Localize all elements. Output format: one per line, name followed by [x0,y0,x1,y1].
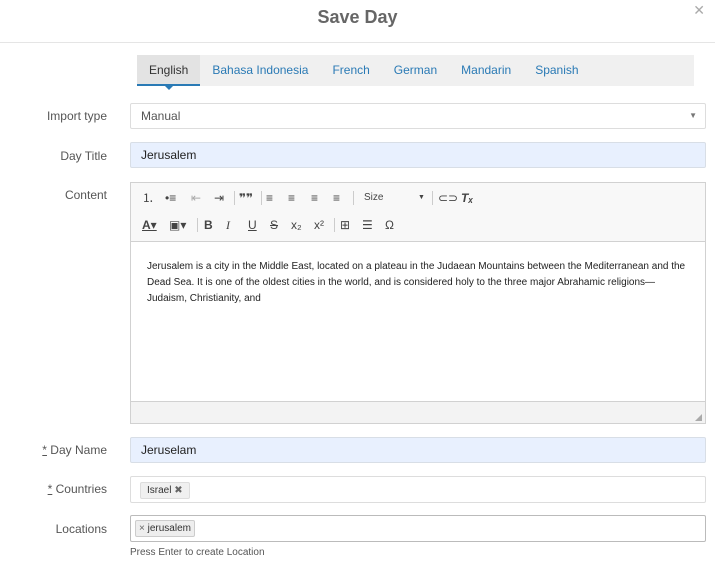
toolbar-separator [197,218,198,232]
editor-content[interactable]: Jerusalem is a city in the Middle East, … [147,259,695,307]
align-right-icon[interactable]: ≡ [311,189,318,207]
tab-mandarin[interactable]: Mandarin [449,55,523,86]
superscript-icon[interactable]: x² [314,216,324,234]
underline-icon[interactable]: U [248,216,257,234]
editor-statusbar [131,401,705,423]
tab-bahasa-indonesia[interactable]: Bahasa Indonesia [200,55,320,86]
outdent-icon[interactable]: ⇤ [191,189,201,207]
italic-icon[interactable]: I [226,216,230,234]
align-left-icon[interactable]: ≡ [266,189,273,207]
modal-header: Save Day ✕ [0,0,715,43]
background-color-icon[interactable]: ▣▾ [169,216,186,234]
toolbar-separator [261,191,262,205]
locations-label: Locations [55,522,107,536]
special-character-icon[interactable]: Ω [385,216,394,234]
import-type-value: Manual [141,109,181,123]
resize-handle-icon[interactable] [695,414,702,421]
import-type-label: Import type [46,109,107,123]
strikethrough-icon[interactable]: S [270,216,278,234]
tab-english[interactable]: English [137,55,201,90]
rich-text-editor: ⒈ •≡ ⇤ ⇥ ❞❞ ≡ ≡ ≡ ≡ Size ▼ ⊂⊃ Tₓ A▾ ▣▾ B… [130,182,706,424]
toolbar-separator [234,191,235,205]
day-name-label: * Day Name [42,443,107,457]
subscript-icon[interactable]: x₂ [291,216,302,234]
remove-tag-icon[interactable]: × [139,523,145,534]
bold-icon[interactable]: B [204,216,213,234]
font-size-dropdown[interactable]: Size [364,189,383,207]
align-center-icon[interactable]: ≡ [288,189,295,207]
chevron-down-icon[interactable]: ▼ [418,189,425,207]
bullet-list-icon[interactable]: •≡ [165,189,176,207]
day-title-label: Day Title [60,149,107,163]
tab-german[interactable]: German [382,55,449,86]
day-name-input[interactable]: Jeruselam [130,437,706,463]
tab-spanish[interactable]: Spanish [523,55,590,86]
link-icon[interactable]: ⊂⊃ [438,189,458,207]
countries-label: * Countries [48,482,107,496]
tab-french[interactable]: French [320,55,381,86]
blockquote-icon[interactable]: ❞❞ [239,189,253,207]
caret-down-icon: ▼ [689,111,697,120]
countries-input[interactable]: Israel ✖ [130,476,706,503]
day-title-input[interactable]: Jerusalem [130,142,706,168]
close-icon[interactable]: ✕ [693,2,705,19]
clear-format-icon[interactable]: Tₓ [461,189,473,207]
toolbar-separator [334,218,335,232]
language-tabs: English Bahasa Indonesia French German M… [137,55,694,90]
day-name-label-text: Day Name [46,443,107,457]
text-color-icon[interactable]: A▾ [142,216,157,234]
import-type-select[interactable]: Manual ▼ [130,103,706,129]
table-icon[interactable]: ⊞ [340,216,350,234]
editor-toolbar: ⒈ •≡ ⇤ ⇥ ❞❞ ≡ ≡ ≡ ≡ Size ▼ ⊂⊃ Tₓ A▾ ▣▾ B… [131,183,705,242]
location-tag-label: jerusalem [147,523,191,534]
align-justify-icon[interactable]: ≡ [333,189,340,207]
modal-title: Save Day [317,7,398,27]
indent-icon[interactable]: ⇥ [214,189,224,207]
remove-tag-icon[interactable]: ✖ [174,485,182,496]
toolbar-separator [353,191,354,205]
locations-input[interactable]: × jerusalem [130,515,706,542]
country-tag: Israel ✖ [140,482,190,499]
country-tag-label: Israel [147,485,172,496]
location-tag: × jerusalem [135,520,195,537]
numbered-list-icon[interactable]: ⒈ [142,189,154,207]
content-label: Content [64,188,107,202]
horizontal-rule-icon[interactable]: ☰ [362,216,373,234]
locations-help-text: Press Enter to create Location [130,547,265,558]
countries-label-text: Countries [52,482,107,496]
toolbar-separator [432,191,433,205]
